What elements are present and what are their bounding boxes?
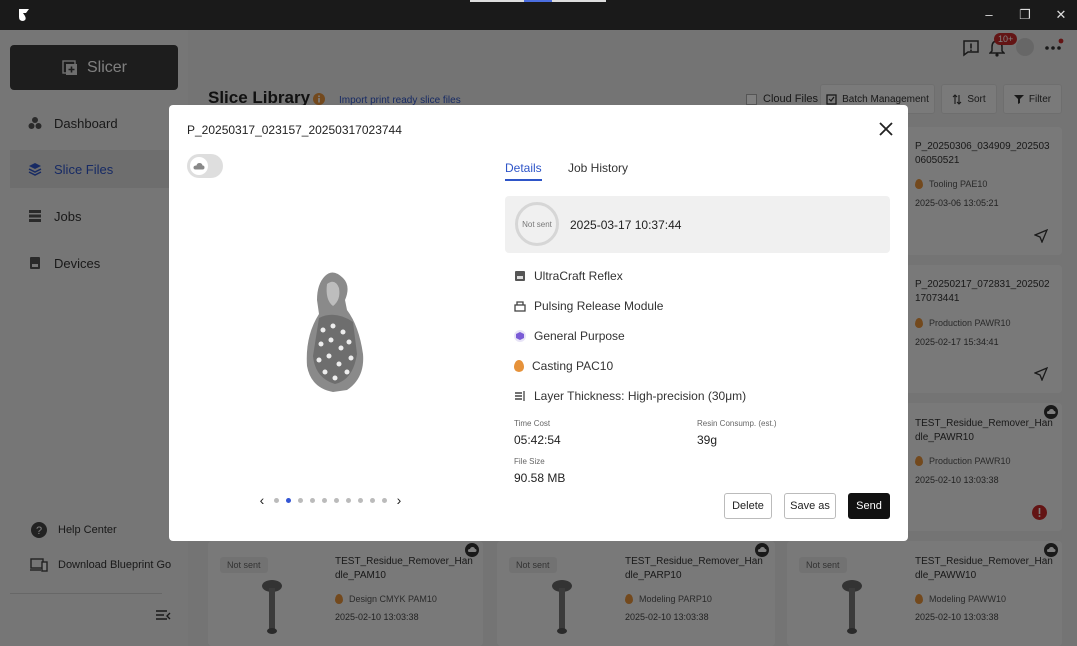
status-panel: Not sent 2025-03-17 10:37:44 [505, 196, 890, 253]
slice-timestamp: 2025-03-17 10:37:44 [570, 218, 682, 232]
resin-value: 39g [697, 433, 718, 447]
title-tab-indicator [470, 0, 606, 2]
carousel-dot[interactable] [310, 497, 315, 503]
app-logo-icon [19, 9, 29, 21]
cloud-icon [193, 163, 205, 170]
printer-icon [515, 271, 525, 281]
profile-spec: General Purpose [514, 329, 625, 343]
close-window-button[interactable]: ✕ [1052, 6, 1070, 24]
file-size-label: File Size [514, 457, 545, 466]
file-size-value: 90.58 MB [514, 471, 566, 485]
printer-label: UltraCraft Reflex [534, 269, 623, 283]
toggle-knob [190, 157, 208, 175]
tab-job-history[interactable]: Job History [568, 161, 628, 175]
carousel-dot[interactable] [382, 497, 387, 503]
prev-arrow-icon[interactable]: ‹ [257, 492, 267, 508]
minimize-button[interactable]: – [980, 6, 998, 24]
carousel-dot[interactable] [346, 497, 351, 503]
dialog-title: P_20250317_023157_20250317023744 [187, 123, 402, 137]
carousel-dot[interactable] [370, 497, 375, 503]
next-arrow-icon[interactable]: › [394, 492, 404, 508]
profile-cube-icon [514, 330, 526, 342]
layer-thickness-spec: Layer Thickness: High-precision (30μm) [514, 389, 746, 403]
title-bar: – ❐ ✕ [0, 0, 1077, 30]
time-cost-value: 05:42:54 [514, 433, 561, 447]
send-status-ring: Not sent [515, 202, 559, 246]
image-carousel: ‹ › [257, 492, 417, 508]
carousel-dot[interactable] [298, 497, 303, 503]
carousel-dot[interactable] [274, 497, 279, 503]
module-icon [514, 301, 526, 312]
send-status-label: Not sent [522, 219, 552, 229]
cloud-toggle[interactable] [187, 154, 223, 178]
material-label: Casting PAC10 [532, 359, 614, 373]
time-cost-label: Time Cost [514, 419, 551, 428]
resin-label: Resin Consump. (est.) [697, 419, 777, 428]
layer-thickness-label: Layer Thickness: High-precision (30μm) [534, 389, 747, 403]
send-button[interactable]: Send [848, 493, 890, 519]
slice-detail-dialog: P_20250317_023157_20250317023744 ‹ › Det… [169, 105, 908, 541]
module-label: Pulsing Release Module [534, 299, 664, 313]
module-spec: Pulsing Release Module [514, 299, 663, 313]
model-preview [306, 272, 364, 392]
restore-button[interactable]: ❐ [1016, 6, 1034, 24]
carousel-dot[interactable] [358, 497, 363, 503]
tab-details[interactable]: Details [505, 161, 542, 181]
carousel-dot[interactable] [286, 497, 291, 503]
delete-button[interactable]: Delete [724, 493, 772, 519]
material-spec: Casting PAC10 [514, 359, 613, 373]
resin-drop-icon [514, 360, 524, 372]
save-as-button[interactable]: Save as [784, 493, 836, 519]
profile-label: General Purpose [534, 329, 625, 343]
carousel-dot[interactable] [322, 497, 327, 503]
carousel-dots [274, 497, 387, 503]
carousel-dot[interactable] [334, 497, 339, 503]
close-icon[interactable] [875, 118, 897, 140]
layers-icon [515, 391, 525, 401]
printer-spec: UltraCraft Reflex [514, 269, 623, 283]
